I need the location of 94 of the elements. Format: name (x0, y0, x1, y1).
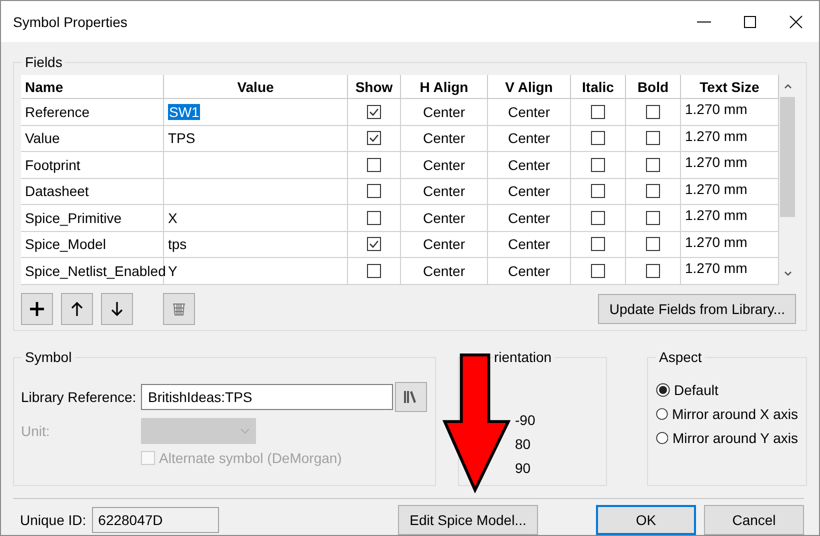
table-cell[interactable]: X (164, 205, 348, 232)
move-up-button[interactable] (61, 292, 93, 324)
bold-checkbox[interactable] (646, 237, 660, 252)
scroll-down-icon[interactable] (782, 268, 792, 278)
window-title: Symbol Properties (13, 14, 128, 30)
group-label: Symbol (22, 349, 75, 366)
delete-button[interactable] (163, 292, 195, 324)
table-cell: Center (401, 99, 488, 126)
bold-checkbox[interactable] (646, 210, 660, 225)
move-down-button[interactable] (101, 292, 133, 324)
radio-label[interactable]: Default (674, 382, 718, 398)
radio-button[interactable] (656, 431, 668, 446)
field-label: Unique ID: (20, 512, 86, 528)
bold-checkbox[interactable] (646, 264, 660, 278)
show-checkbox[interactable] (367, 264, 381, 278)
table-cell[interactable]: tps (164, 232, 348, 258)
table-cell: Center (488, 178, 571, 205)
field-label: Unit: (21, 423, 51, 440)
table-cell: Footprint (21, 152, 164, 178)
option-label: 80 (515, 436, 532, 452)
table-cell[interactable]: TPS (164, 126, 348, 152)
table-cell[interactable]: SW1 (164, 99, 348, 126)
column-header[interactable]: Show (348, 75, 401, 99)
table-cell[interactable] (164, 152, 348, 178)
table-cell: Center (401, 258, 488, 284)
show-checkbox[interactable] (367, 131, 381, 146)
maximize-icon (743, 14, 757, 28)
table-cell: Center (488, 99, 571, 126)
plus-icon (28, 300, 46, 318)
option-label: 90 (515, 460, 532, 476)
show-checkbox[interactable] (367, 210, 381, 225)
column-header[interactable]: Italic (571, 75, 626, 99)
checkmark-icon (368, 132, 380, 144)
close-icon (789, 14, 803, 28)
bold-checkbox[interactable] (646, 104, 660, 119)
table-cell: Center (488, 258, 571, 284)
unique-id-field: 6228047D (92, 507, 220, 533)
italic-checkbox[interactable] (591, 237, 605, 252)
option-label: -90 (515, 412, 536, 428)
table-cell: Spice_Netlist_Enabled (21, 258, 164, 284)
field-label: Library Reference: (21, 389, 138, 406)
italic-checkbox[interactable] (591, 210, 605, 225)
library-browse-button[interactable] (395, 382, 427, 412)
alternate-checkbox[interactable] (141, 451, 155, 466)
group-label: Aspect (656, 349, 705, 366)
italic-checkbox[interactable] (591, 104, 605, 119)
bold-checkbox[interactable] (646, 184, 660, 198)
radio-button[interactable] (656, 383, 670, 398)
column-header[interactable]: Name (21, 75, 164, 99)
group-label: rientation (494, 349, 555, 366)
column-header[interactable]: V Align (488, 75, 571, 99)
group-label: Fields (22, 54, 66, 70)
italic-checkbox[interactable] (591, 184, 605, 198)
table-cell: Center (488, 152, 571, 178)
dialog-button[interactable]: Cancel (704, 505, 804, 535)
italic-checkbox[interactable] (591, 131, 605, 146)
bold-checkbox[interactable] (646, 158, 660, 172)
table-cell: Center (401, 126, 488, 152)
dialog-button[interactable]: Edit Spice Model... (398, 505, 538, 535)
checkbox-label: Alternate symbol (DeMorgan) (159, 450, 342, 466)
table-cell: Reference (21, 99, 164, 126)
table-cell: Datasheet (21, 178, 164, 205)
italic-checkbox[interactable] (591, 158, 605, 172)
show-checkbox[interactable] (367, 237, 381, 252)
table-cell: Center (401, 232, 488, 258)
table-cell: Value (21, 126, 164, 152)
radio-label[interactable]: Mirror around Y axis (672, 430, 798, 446)
radio-button[interactable] (656, 407, 668, 422)
table-cell: Center (401, 205, 488, 232)
column-header[interactable]: Value (164, 75, 348, 99)
table-cell[interactable] (164, 178, 348, 205)
show-checkbox[interactable] (367, 104, 381, 119)
show-checkbox[interactable] (367, 158, 381, 172)
table-cell: Spice_Model (21, 232, 164, 258)
table-cell: Center (488, 126, 571, 152)
update-fields-button[interactable]: Update Fields from Library... (598, 294, 796, 324)
table-cell: Center (488, 205, 571, 232)
radio-label[interactable]: Mirror around X axis (672, 406, 798, 422)
chevron-down-icon (240, 428, 250, 434)
italic-checkbox[interactable] (591, 264, 605, 278)
minimize-icon (697, 20, 711, 22)
column-header[interactable]: H Align (401, 75, 488, 99)
column-header[interactable]: Bold (626, 75, 681, 99)
bold-checkbox[interactable] (646, 131, 660, 146)
dialog-button[interactable]: OK (596, 505, 696, 535)
table-cell: Center (401, 178, 488, 205)
add-button[interactable] (21, 292, 53, 324)
checkmark-icon (368, 238, 380, 250)
table-cell: Spice_Primitive (21, 205, 164, 232)
table-cell: Center (488, 232, 571, 258)
table-cell: Center (401, 152, 488, 178)
library-reference-field[interactable]: BritishIdeas:TPS (141, 384, 393, 410)
show-checkbox[interactable] (367, 184, 381, 198)
table-cell[interactable]: Y (164, 258, 348, 284)
